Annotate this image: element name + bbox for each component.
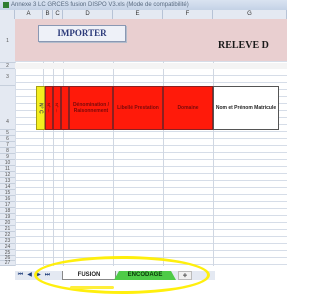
column-header-g[interactable]: G [213,10,287,19]
header-cell-domaine[interactable]: Domaine [163,86,213,130]
column-number-row [15,63,287,69]
header-cell-prestation[interactable]: Libellé Prestation [113,86,163,130]
select-all-corner[interactable] [0,10,15,19]
column-header-b[interactable]: B [43,10,53,19]
column-header-e[interactable]: E [113,10,163,19]
column-header-a[interactable]: A [15,10,43,19]
header-cell-nom-prenom[interactable]: Nom et Prénom Matricule [213,86,279,130]
import-button[interactable]: IMPORTER [38,25,126,42]
column-header-d[interactable]: D [63,10,113,19]
header-cell-narrow-3[interactable] [61,86,69,130]
column-header-c[interactable]: C [53,10,63,19]
highlight-stroke-annotation [70,286,114,289]
row-header-4[interactable]: 4 [0,86,15,130]
window-title-bar: Annexe 3 LC GRCES fusion DISPO V3.xls (M… [0,0,287,10]
row-header-3[interactable]: 3 [0,69,15,86]
header-cell-number[interactable]: N° C [36,86,45,130]
first-sheet-icon[interactable]: ⏮ [17,271,24,279]
row-header-1[interactable]: 1 [0,19,15,63]
excel-icon [3,2,9,8]
window-title: Annexe 3 LC GRCES fusion DISPO V3.xls (M… [11,2,189,8]
header-cell-narrow-2[interactable]: N° ··· [53,86,61,130]
column-header-f[interactable]: F [163,10,213,19]
header-cell-narrow-1[interactable]: N° ··· [45,86,53,130]
highlight-circle-annotation [34,256,210,294]
header-cell-denomination[interactable]: Dénomination / Raisonnement [69,86,113,130]
sheet-title: RELEVE D [218,40,269,51]
previous-sheet-icon[interactable]: ◀ [26,271,33,279]
